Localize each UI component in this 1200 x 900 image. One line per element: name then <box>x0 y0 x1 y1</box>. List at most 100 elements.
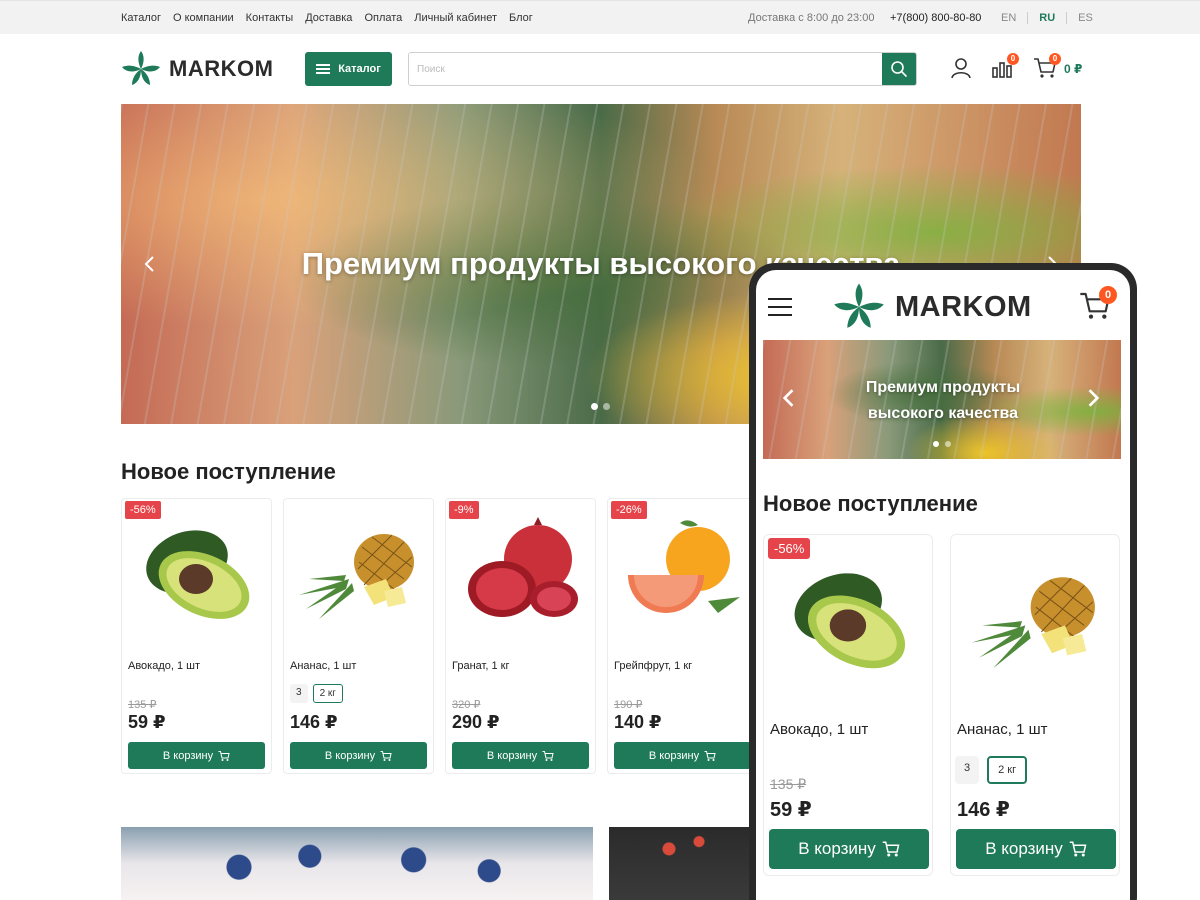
grapefruit-image <box>628 520 740 613</box>
add-to-cart-label: В корзину <box>324 749 376 762</box>
weight-options: 3 2 кг <box>290 684 343 703</box>
add-to-cart-label: В корзину <box>162 749 214 762</box>
add-to-cart-label: В корзину <box>486 749 538 762</box>
account-button[interactable] <box>949 56 973 80</box>
mobile-product-card[interactable]: -56% Авокадо, 1 шт 135 ₽ 59 ₽ В корзину <box>763 534 933 876</box>
mobile-preview-frame: MARKOM 0 Премиум продукты высокого качес… <box>749 263 1137 900</box>
mobile-hero-slider: Премиум продукты высокого качества <box>763 340 1121 459</box>
option-chip[interactable]: 3 <box>290 684 308 703</box>
product-name[interactable]: Ананас, 1 шт <box>957 721 1048 738</box>
add-to-cart-button[interactable]: В корзину <box>956 829 1116 869</box>
product-price: 59 ₽ <box>770 799 812 821</box>
add-to-cart-label: В корзину <box>985 839 1063 858</box>
product-card[interactable]: -26% Грейпфрут, 1 кг 190 ₽ 140 ₽ В корзи… <box>607 498 758 774</box>
top-nav-blog[interactable]: Блог <box>509 12 533 24</box>
cart-total[interactable]: 0 ₽ <box>1064 62 1082 76</box>
cart-icon <box>882 841 900 857</box>
cart-icon <box>704 750 716 761</box>
delivery-hours: Доставка с 8:00 до 23:00 <box>748 12 875 24</box>
cart-icon <box>380 750 392 761</box>
pineapple-image <box>299 534 414 619</box>
mobile-hero-title: Премиум продукты высокого качества <box>865 379 1021 422</box>
product-card[interactable]: -56% Авокадо, 1 шт 135 ₽ 59 ₽ В корзину <box>121 498 272 774</box>
leaf-logo-icon <box>834 283 884 328</box>
add-to-cart-button[interactable]: В корзину <box>290 742 427 769</box>
logo-text: MARKOM <box>169 56 274 81</box>
promo-banner-seafood[interactable] <box>609 827 759 900</box>
language-switcher: EN RU ES <box>990 12 1104 24</box>
product-price: 140 ₽ <box>614 712 662 732</box>
mobile-screen: MARKOM 0 Премиум продукты высокого качес… <box>756 270 1130 900</box>
top-nav-about[interactable]: О компании <box>173 12 234 24</box>
avocado-image <box>794 573 906 669</box>
cart-icon <box>218 750 230 761</box>
option-chip-selected[interactable]: 2 кг <box>987 756 1028 784</box>
old-price: 135 ₽ <box>770 776 807 792</box>
hero-dot[interactable] <box>603 403 610 410</box>
add-to-cart-button[interactable]: В корзину <box>614 742 751 769</box>
old-price: 190 ₽ <box>614 699 643 711</box>
mobile-menu-icon[interactable] <box>768 298 792 316</box>
leaf-logo-icon <box>122 51 160 85</box>
mobile-product-card[interactable]: Ананас, 1 шт 3 2 кг 146 ₽ В корзину <box>950 534 1120 876</box>
catalog-button[interactable]: Каталог <box>305 52 392 86</box>
promo-banner-dessert[interactable] <box>121 827 593 900</box>
product-card[interactable]: -9% Гранат, 1 кг 320 ₽ 290 ₽ В корзину <box>445 498 596 774</box>
add-to-cart-button[interactable]: В корзину <box>452 742 589 769</box>
top-nav-delivery[interactable]: Доставка <box>305 12 352 24</box>
mobile-cart-count-badge: 0 <box>1099 286 1117 304</box>
add-to-cart-label: В корзину <box>798 839 876 858</box>
product-name[interactable]: Авокадо, 1 шт <box>128 660 200 672</box>
search-input[interactable] <box>409 53 884 85</box>
compare-button[interactable]: 0 <box>991 53 1019 80</box>
hero-dot[interactable] <box>591 403 598 410</box>
product-price: 59 ₽ <box>128 712 166 732</box>
compare-count-badge: 0 <box>1007 53 1019 65</box>
lang-ru[interactable]: RU <box>1027 12 1066 24</box>
mobile-hero-dot[interactable] <box>945 441 951 447</box>
cart-icon <box>1069 841 1087 857</box>
top-nav-contacts[interactable]: Контакты <box>246 12 294 24</box>
add-to-cart-button[interactable]: В корзину <box>128 742 265 769</box>
product-price: 146 ₽ <box>290 712 338 732</box>
mobile-hero-prev-button[interactable] <box>781 388 795 408</box>
option-chip-selected[interactable]: 2 кг <box>312 684 343 703</box>
mobile-cart-button[interactable]: 0 <box>1079 286 1117 322</box>
cart-button[interactable]: 0 <box>1033 53 1061 80</box>
cart-count-badge: 0 <box>1049 53 1061 65</box>
add-to-cart-button[interactable]: В корзину <box>769 829 929 869</box>
mobile-hero-dot[interactable] <box>933 441 939 447</box>
search-icon <box>891 61 907 77</box>
section-title: Новое поступление <box>121 459 336 484</box>
site-logo[interactable]: MARKOM <box>121 51 273 87</box>
mobile-hero-next-button[interactable] <box>1087 388 1101 408</box>
top-nav-catalog[interactable]: Каталог <box>121 12 161 24</box>
top-nav-payment[interactable]: Оплата <box>364 12 402 24</box>
product-card[interactable]: Ананас, 1 шт 3 2 кг 146 ₽ В корзину <box>283 498 434 774</box>
old-price: 135 ₽ <box>128 699 157 711</box>
old-price: 320 ₽ <box>452 699 481 711</box>
product-name[interactable]: Гранат, 1 кг <box>452 660 509 672</box>
phone-number[interactable]: +7(800) 800-80-80 <box>890 12 981 24</box>
product-name[interactable]: Авокадо, 1 шт <box>770 721 868 738</box>
mobile-logo[interactable]: MARKOM <box>833 283 1032 331</box>
pineapple-image <box>971 577 1095 669</box>
avocado-image <box>146 530 250 619</box>
search-button[interactable] <box>882 53 916 85</box>
pomegranate-image <box>468 517 578 617</box>
lang-en[interactable]: EN <box>990 12 1027 24</box>
product-name[interactable]: Ананас, 1 шт <box>290 660 356 672</box>
option-chip[interactable]: 3 <box>955 756 980 784</box>
weight-options: 3 2 кг <box>955 756 1028 784</box>
cart-icon <box>542 750 554 761</box>
top-nav-account[interactable]: Личный кабинет <box>414 12 497 24</box>
top-bar: Каталог О компании Контакты Доставка Опл… <box>0 0 1200 34</box>
product-name[interactable]: Грейпфрут, 1 кг <box>614 660 692 672</box>
product-price: 146 ₽ <box>957 799 1010 821</box>
lang-es[interactable]: ES <box>1066 12 1104 24</box>
catalog-button-label: Каталог <box>338 63 381 75</box>
mobile-logo-text: MARKOM <box>895 290 1032 323</box>
product-price: 290 ₽ <box>452 712 500 732</box>
user-icon <box>951 58 971 79</box>
menu-icon <box>316 64 331 74</box>
